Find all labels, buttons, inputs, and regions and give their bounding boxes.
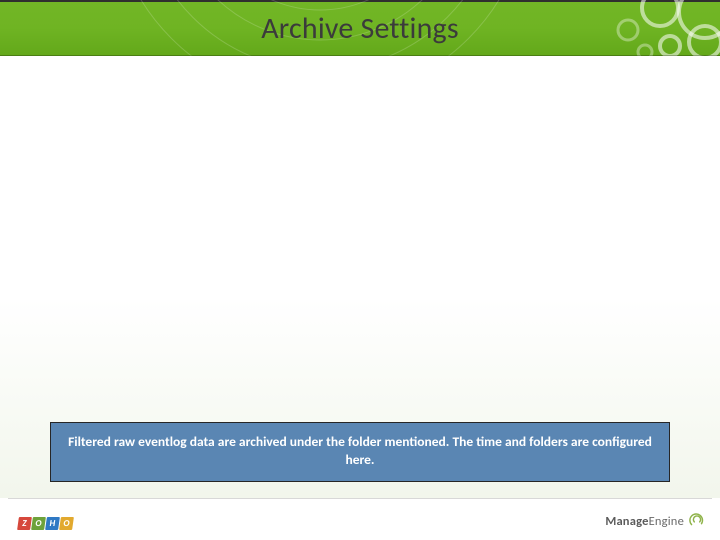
zoho-tile-o2: O [59, 517, 74, 530]
zoho-tile-z: Z [17, 517, 32, 530]
footer-bar: Z O H O ManageEngine [0, 498, 720, 540]
slide: Archive Settings Filtered raw eventlog d… [0, 0, 720, 540]
manageengine-text: ManageEngine [605, 514, 684, 529]
page-title: Archive Settings [0, 10, 720, 47]
header-bottom-edge [0, 55, 720, 56]
footer-divider [8, 498, 712, 499]
manageengine-swirl-icon [688, 512, 706, 530]
manageengine-text-prefix: Manage [605, 514, 648, 529]
manageengine-logo: ManageEngine [605, 512, 706, 530]
zoho-logo: Z O H O [18, 517, 73, 530]
header-top-edge [0, 0, 720, 2]
description-text: Filtered raw eventlog data are archived … [65, 433, 655, 469]
manageengine-text-suffix: Engine [649, 514, 684, 529]
zoho-tile-h: H [45, 517, 60, 530]
zoho-tile-o1: O [31, 517, 46, 530]
description-box: Filtered raw eventlog data are archived … [50, 422, 670, 482]
header-band: Archive Settings [0, 0, 720, 56]
